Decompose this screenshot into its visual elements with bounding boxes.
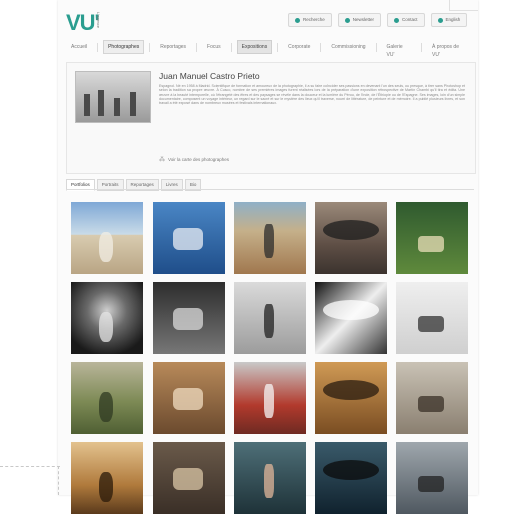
thumbnail-subject bbox=[173, 468, 203, 490]
photographer-image[interactable] bbox=[75, 71, 151, 123]
thumb-ladder-hand[interactable] bbox=[153, 282, 225, 354]
photographer-name: Juan Manuel Castro Prieto bbox=[159, 71, 260, 81]
thumbnail-subject bbox=[264, 464, 274, 498]
dashed-guide-horizontal bbox=[0, 466, 60, 467]
thumbnail-subject bbox=[99, 312, 113, 342]
menu-separator bbox=[230, 42, 232, 52]
dashed-guide-vertical bbox=[58, 466, 59, 495]
photographers-map-link[interactable]: ⁂ Voir la carte des photographes bbox=[159, 156, 229, 163]
logo[interactable]: VU' bbox=[66, 10, 100, 36]
menu-separator bbox=[320, 42, 322, 52]
thumbnail-subject bbox=[264, 304, 274, 338]
thumb-man-chair-blue[interactable] bbox=[153, 202, 225, 274]
top-navigation: Recherche Newsletter Contact English bbox=[288, 13, 468, 27]
thumb-crowd-sun[interactable] bbox=[71, 442, 143, 514]
menu-item-photographes[interactable]: Photographes bbox=[103, 40, 145, 54]
thumb-family-table[interactable] bbox=[234, 362, 306, 434]
thumbnail-subject bbox=[323, 300, 379, 320]
thumb-beach-figures[interactable] bbox=[396, 442, 468, 514]
thumb-street-market[interactable] bbox=[153, 442, 225, 514]
thumbnail-subject bbox=[99, 232, 113, 262]
figure-shape bbox=[84, 94, 90, 116]
menu-separator bbox=[149, 42, 151, 52]
thumbnail-subject bbox=[323, 380, 379, 400]
page-corner bbox=[449, 0, 478, 11]
thumbnail-subject bbox=[323, 460, 379, 480]
thumbnail-subject bbox=[418, 476, 444, 492]
thumbnail-subject bbox=[264, 224, 274, 258]
photographer-bio: Espagnol. Né en 1958 à Madrid. Scientifi… bbox=[159, 84, 465, 106]
menu-separator bbox=[196, 42, 198, 52]
menu-item-expositions[interactable]: Expositions bbox=[236, 40, 273, 54]
search-icon bbox=[295, 17, 300, 23]
thumbnail-subject bbox=[418, 396, 444, 412]
thumb-man-snow[interactable] bbox=[396, 282, 468, 354]
search-label: Recherche bbox=[303, 17, 325, 22]
photographer-profile: Juan Manuel Castro Prieto Espagnol. Né e… bbox=[66, 62, 476, 174]
photographers-map-label: Voir la carte des photographes bbox=[168, 157, 230, 162]
menu-item-corporate[interactable]: Corporate bbox=[283, 40, 315, 54]
thumbnail-subject bbox=[173, 308, 203, 330]
menu-item-propos-de-vu[interactable]: À propos de VU' bbox=[427, 40, 472, 58]
thumbnail-subject bbox=[173, 228, 203, 250]
search-button[interactable]: Recherche bbox=[288, 13, 332, 27]
main-menu: Accueil Photographes Reportages Focus Exposi… bbox=[66, 40, 472, 58]
globe-icon bbox=[437, 17, 443, 23]
thumb-raised-arms[interactable] bbox=[315, 442, 387, 514]
menu-separator bbox=[375, 42, 377, 52]
tabs-divider bbox=[66, 189, 474, 190]
newsletter-label: Newsletter bbox=[352, 17, 375, 22]
newsletter-button[interactable]: Newsletter bbox=[337, 13, 382, 27]
language-button[interactable]: English bbox=[430, 13, 468, 27]
thumb-street-dusk[interactable] bbox=[315, 202, 387, 274]
thumbnail-subject bbox=[173, 388, 203, 410]
thumbnail-subject bbox=[264, 384, 274, 418]
menu-separator bbox=[277, 42, 279, 52]
thumb-open-hand[interactable] bbox=[234, 442, 306, 514]
thumb-village-white-walls[interactable] bbox=[71, 202, 143, 274]
figure-shape bbox=[130, 92, 136, 116]
thumb-portrait-painting[interactable] bbox=[71, 282, 143, 354]
thumbnail-subject bbox=[418, 316, 444, 332]
thumb-couple-room[interactable] bbox=[153, 362, 225, 434]
contact-label: Contact bbox=[402, 17, 418, 22]
menu-item-reportages[interactable]: Reportages bbox=[155, 40, 191, 54]
newsletter-icon bbox=[344, 17, 350, 23]
thumb-umbrella-tree[interactable] bbox=[234, 282, 306, 354]
thumbnail-subject bbox=[99, 472, 113, 502]
language-label: English bbox=[445, 17, 461, 22]
menu-item-accueil[interactable]: Accueil bbox=[66, 40, 92, 54]
logo-subtitle: L'agence bbox=[96, 12, 101, 29]
map-icon: ⁂ bbox=[159, 157, 165, 163]
contact-icon bbox=[394, 17, 400, 23]
thumb-group-interior[interactable] bbox=[315, 362, 387, 434]
menu-separator bbox=[421, 42, 423, 52]
thumb-figures-fabric[interactable] bbox=[315, 282, 387, 354]
thumbnail-subject bbox=[418, 236, 444, 252]
thumb-people-wall[interactable] bbox=[396, 362, 468, 434]
menu-separator bbox=[97, 42, 99, 52]
thumb-tree-field[interactable] bbox=[71, 362, 143, 434]
figure-shape bbox=[98, 90, 104, 116]
thumbnail-subject bbox=[323, 220, 379, 240]
contact-button[interactable]: Contact bbox=[387, 13, 425, 27]
menu-item-focus[interactable]: Focus bbox=[202, 40, 226, 54]
thumb-reading-book[interactable] bbox=[396, 202, 468, 274]
figure-shape bbox=[114, 98, 120, 116]
thumb-boy-dirt-road[interactable] bbox=[234, 202, 306, 274]
thumbnail-subject bbox=[99, 392, 113, 422]
menu-item-commissioning[interactable]: Commissioning bbox=[326, 40, 370, 54]
menu-item-galerie-vu[interactable]: Galerie VU' bbox=[382, 40, 417, 58]
